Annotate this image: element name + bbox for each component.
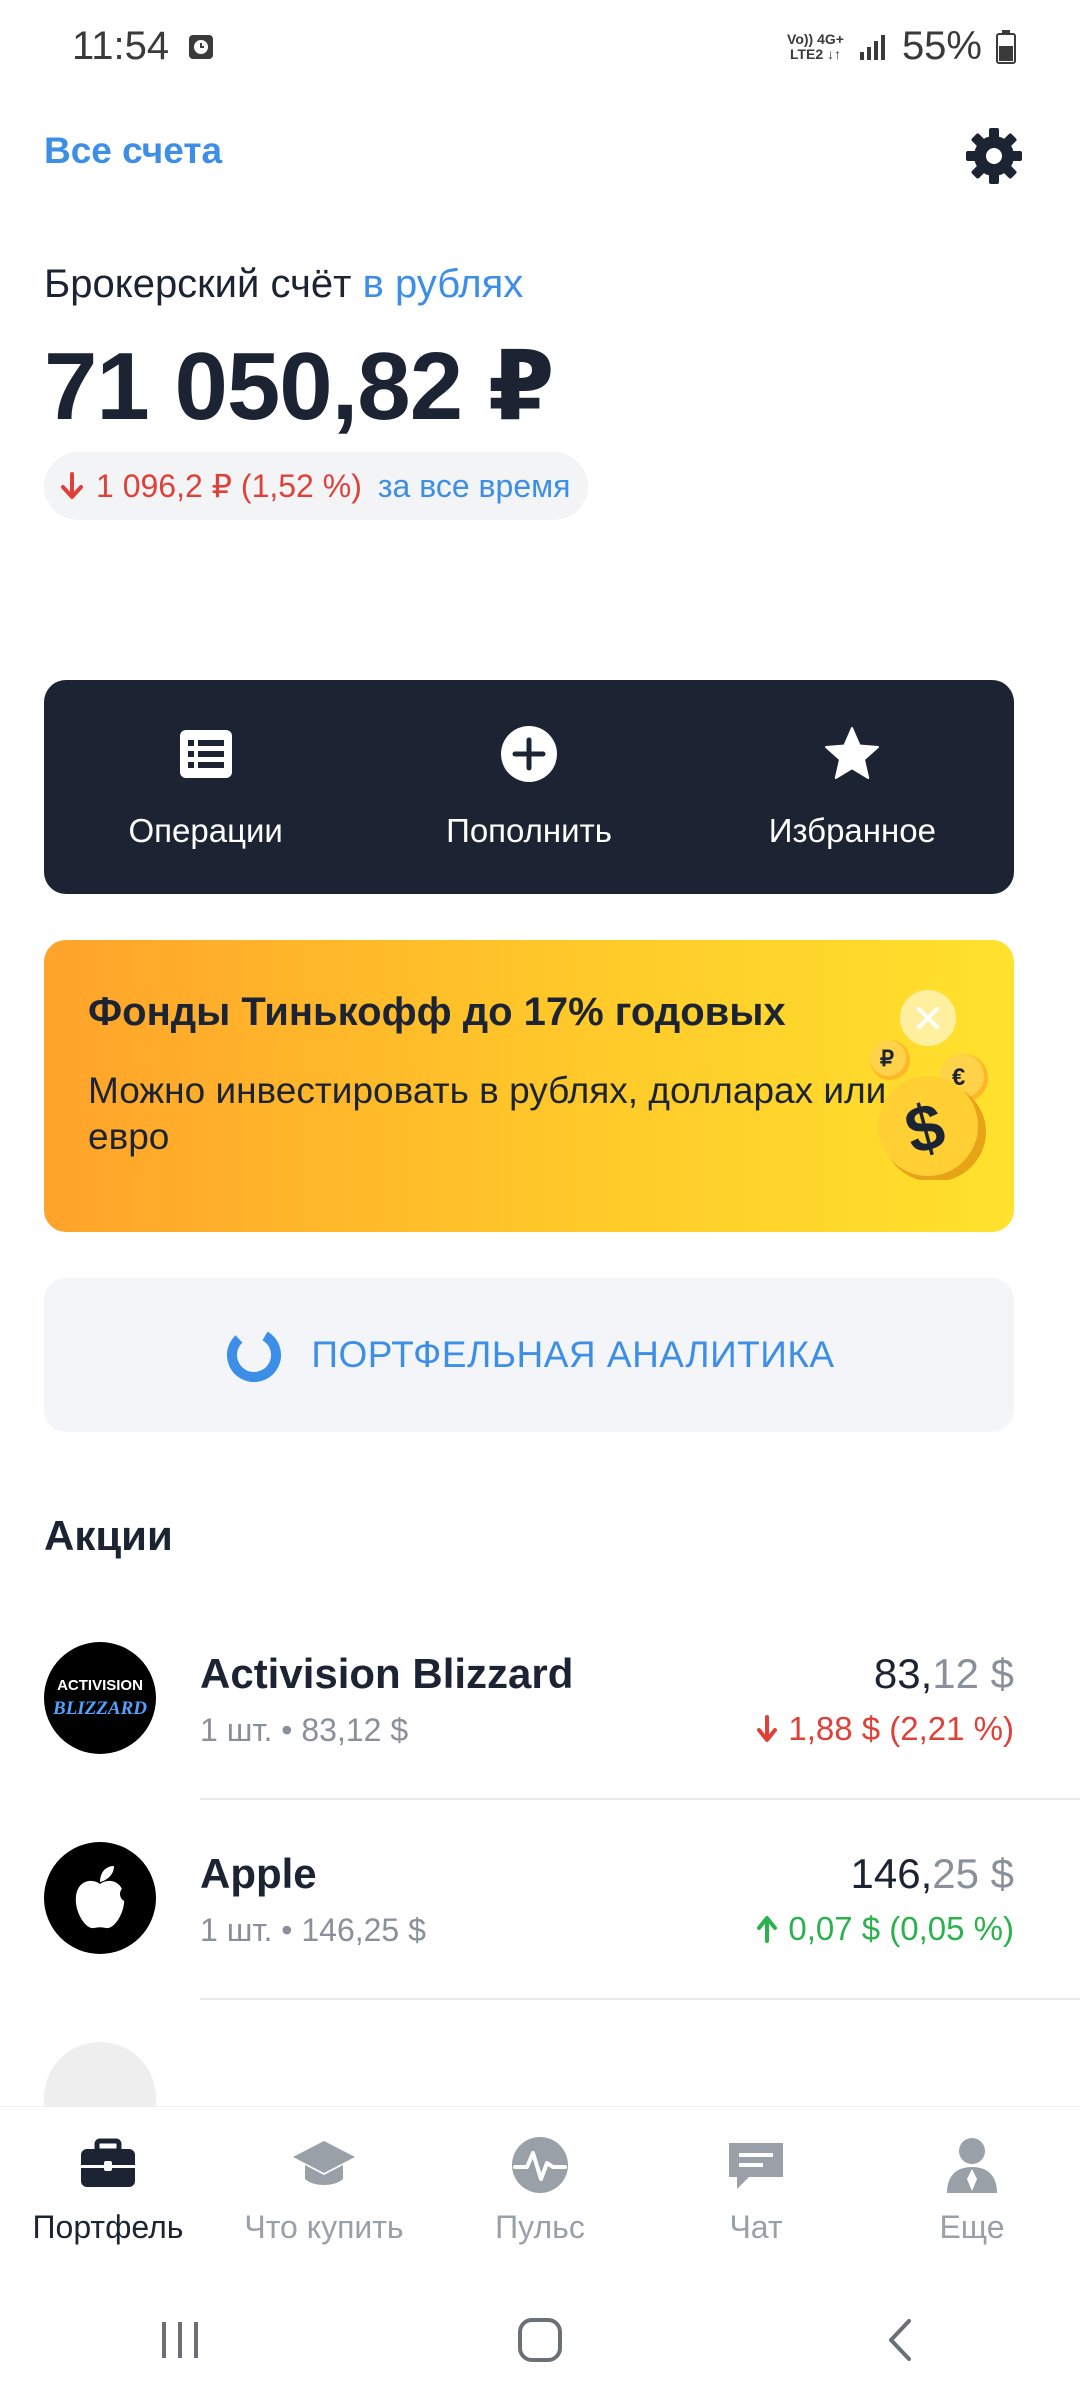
status-time: 11:54 (72, 24, 170, 68)
person-icon (947, 2138, 997, 2193)
deposit-label: Пополнить (446, 812, 612, 849)
total-change-pill[interactable]: 1 096,2 ₽ (1,52 %) за все время (44, 452, 589, 520)
plus-circle-icon (500, 726, 557, 782)
close-icon (917, 1007, 939, 1029)
nav-pulse[interactable]: Пульс (432, 2107, 648, 2280)
nav-portfolio[interactable]: Портфель (0, 2107, 216, 2280)
system-navigation-bar (0, 2280, 1080, 2400)
portfolio-balance: 71 050,82 ₽ (44, 333, 555, 440)
change-period-selector[interactable]: за все время (378, 468, 571, 505)
alarm-icon (189, 35, 213, 59)
deposit-button[interactable]: Пополнить (367, 680, 690, 894)
arrow-down-icon (61, 472, 83, 499)
favorites-label: Избранное (768, 812, 936, 849)
activision-logo: ACTIVISION BLIZZARD (44, 1642, 156, 1754)
stock-name: Apple (200, 1850, 317, 1897)
battery-percent: 55% (901, 24, 982, 68)
stock-row-apple[interactable]: Apple 1 шт. • 146,25 $ 146,25 $ 0,07 $ (… (0, 1800, 1080, 2000)
quick-actions-panel: Операции Пополнить Избранное (44, 680, 1014, 894)
nav-portfolio-label: Портфель (32, 2209, 184, 2245)
svg-text:₽: ₽ (880, 1046, 894, 1071)
favorites-button[interactable]: Избранное (691, 680, 1014, 894)
nav-pulse-label: Пульс (495, 2209, 585, 2245)
recent-apps-button[interactable] (140, 2310, 220, 2370)
promo-title: Фонды Тинькофф до 17% годовых (88, 990, 786, 1034)
status-bar: 11:54 Vo)) 4G+ LTE2 ↓↑ 55% (0, 0, 1080, 96)
nav-what-to-buy-label: Что купить (244, 2209, 404, 2245)
stock-quantity: 1 шт. • 146,25 $ (200, 1912, 426, 1948)
stock-price: 83,12 $ (873, 1650, 1014, 1697)
network-indicator: Vo)) 4G+ LTE2 ↓↑ (787, 30, 844, 62)
donut-chart-icon (227, 1328, 282, 1382)
stock-price: 146,25 $ (850, 1850, 1015, 1897)
stock-change: 1,88 $ (2,21 %) (754, 1710, 1014, 1748)
currency-switch[interactable]: в рублях (363, 262, 524, 306)
home-button[interactable] (500, 2310, 580, 2370)
operations-label: Операции (128, 812, 283, 849)
close-banner-button[interactable] (900, 990, 956, 1046)
apple-logo (44, 1842, 156, 1954)
nav-more-label: Еще (939, 2209, 1005, 2245)
nav-what-to-buy[interactable]: Что купить (216, 2107, 432, 2280)
svg-text:ACTIVISION: ACTIVISION (57, 1677, 143, 1694)
battery-icon (996, 29, 1016, 64)
nav-chat-label: Чат (729, 2209, 783, 2245)
promo-banner[interactable]: Фонды Тинькофф до 17% годовых Можно инве… (44, 940, 1014, 1232)
stock-row-activision[interactable]: ACTIVISION BLIZZARD Activision Blizzard … (0, 1600, 1080, 1800)
briefcase-icon (81, 2138, 135, 2187)
portfolio-analytics-label: ПОРТФЕЛЬНАЯ АНАЛИТИКА (311, 1334, 835, 1375)
back-icon (889, 2319, 911, 2361)
all-accounts-link[interactable]: Все счета (44, 130, 222, 172)
star-icon (825, 727, 880, 779)
row-divider (200, 1998, 1080, 2000)
account-title: Брокерский счёт в рублях (44, 262, 523, 307)
stocks-section-title: Акции (44, 1512, 173, 1559)
graduation-cap-icon (293, 2141, 355, 2185)
stock-name: Activision Blizzard (200, 1650, 574, 1697)
account-type: Брокерский счёт (44, 262, 352, 306)
gear-icon[interactable] (962, 124, 1026, 188)
nav-more[interactable]: Еще (864, 2107, 1080, 2280)
arrow-down-icon (757, 1715, 778, 1742)
nav-chat[interactable]: Чат (648, 2107, 864, 2280)
recent-apps-icon (162, 2322, 198, 2358)
arrow-up-icon (757, 1916, 778, 1943)
home-icon (518, 2318, 562, 2362)
portfolio-analytics-button[interactable]: ПОРТФЕЛЬНАЯ АНАЛИТИКА (44, 1278, 1014, 1432)
stock-change: 0,07 $ (0,05 %) (754, 1910, 1014, 1948)
pulse-icon (512, 2137, 568, 2193)
stock-quantity: 1 шт. • 83,12 $ (200, 1712, 409, 1748)
back-button[interactable] (860, 2310, 940, 2370)
promo-text: Можно инвестировать в рублях, долларах и… (88, 1070, 887, 1157)
chat-icon (729, 2143, 783, 2189)
bottom-navigation: Портфель Что купить Пульс Чат Еще (0, 2106, 1080, 2280)
status-indicators: Vo)) 4G+ LTE2 ↓↑ 55% (787, 24, 1016, 69)
svg-text:BLIZZARD: BLIZZARD (52, 1698, 147, 1719)
operations-button[interactable]: Операции (44, 680, 367, 894)
total-change-value: 1 096,2 ₽ (1,52 %) (96, 468, 362, 504)
list-icon (179, 730, 232, 778)
signal-icon (859, 34, 885, 60)
